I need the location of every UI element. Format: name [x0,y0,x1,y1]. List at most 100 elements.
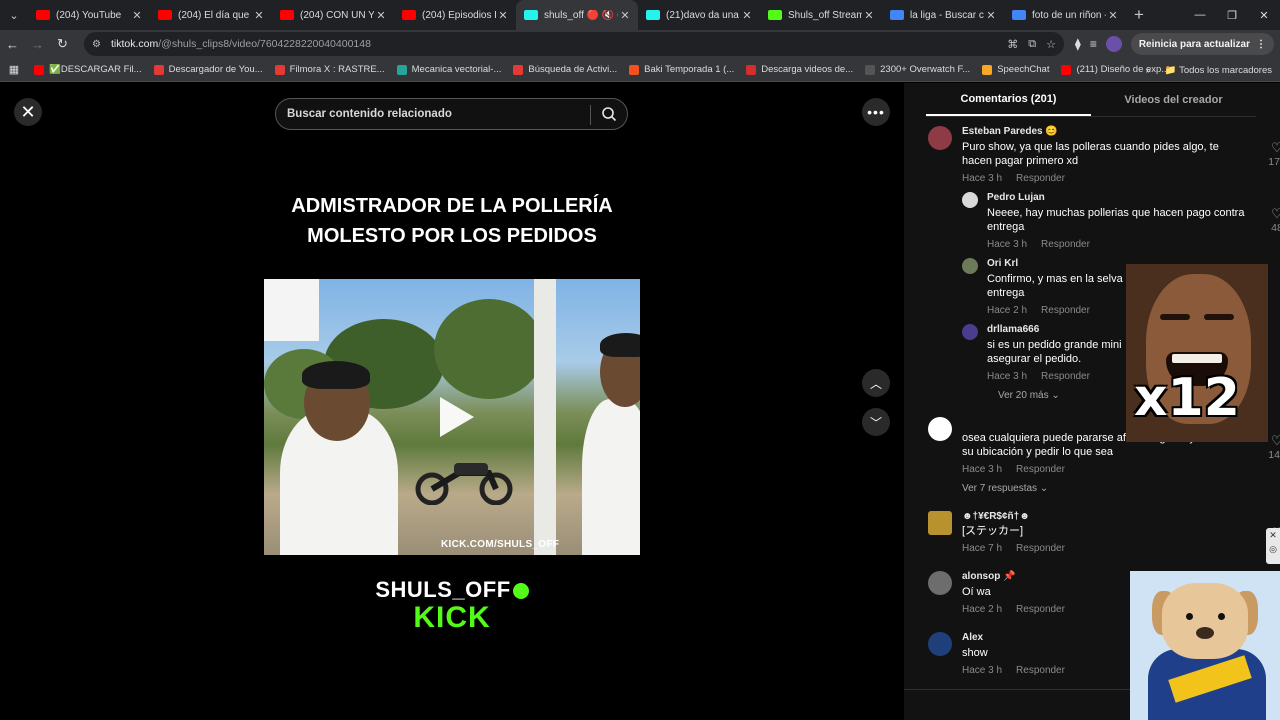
translate-icon[interactable]: ⌘ [1007,38,1018,51]
tab-favicon-icon [280,10,294,20]
person-right-shirt [582,399,640,555]
media-icon[interactable]: ≡ [1090,37,1097,51]
bookmarks-bar: ▦ ✅DESCARGAR Fil... Descargador de You...… [0,58,1280,82]
reload-icon[interactable]: ↻ [50,30,75,58]
avatar[interactable] [962,192,978,208]
update-button[interactable]: Reinicia para actualizar ⋮ [1130,33,1274,55]
tab-close-icon[interactable]: ✕ [862,9,876,22]
comment-meta: Hace 2 h Responder [962,604,1079,615]
bookmark-item[interactable]: SpeechChat [976,64,1055,75]
site-info-icon[interactable]: ⚙ [92,39,106,50]
like-button[interactable]: ♡145 [1266,433,1280,461]
sync-icon[interactable]: ◎ [1269,544,1277,554]
avatar[interactable] [928,511,952,535]
reply-button[interactable]: Responder [1041,305,1090,316]
browser-tab[interactable]: (204) CON UN YAM✕ [272,0,394,30]
comment-author[interactable]: Esteban Paredes 😊 [962,126,1058,137]
comment-author[interactable]: alonsop 📌 [962,571,1016,582]
browser-tab[interactable]: foto de un riñon - E✕ [1004,0,1126,30]
tab-search-icon[interactable]: ⌄ [0,0,28,30]
avatar[interactable] [962,324,978,340]
tab-close-icon[interactable]: ✕ [374,9,388,22]
play-icon[interactable] [436,395,476,439]
view-replies-label: Ver 7 respuestas [962,483,1038,494]
browser-tab[interactable]: (21)davo da una tri✕ [638,0,760,30]
tab-creator-videos[interactable]: Videos del creador [1091,83,1256,116]
video-player[interactable]: ADMISTRADOR DE LA POLLERÍA MOLESTO POR L… [264,83,640,720]
next-video-button[interactable]: ﹀ [862,408,890,436]
back-icon[interactable]: ← [0,30,25,58]
bookmark-item[interactable]: Mecanica vectorial-... [391,64,508,75]
bookmark-item[interactable]: ✅DESCARGAR Fil... [28,64,148,75]
bookmark-star-icon[interactable]: ☆ [1046,38,1056,51]
reply-button[interactable]: Responder [1041,239,1090,250]
view-more-replies[interactable]: Ver 20 más ⌄ [998,390,1060,401]
close-window-icon[interactable]: ✕ [1248,0,1280,30]
more-bookmarks-icon[interactable]: » [1145,65,1150,76]
tab-close-icon[interactable]: ✕ [496,9,510,22]
comment-author[interactable]: ☻†¥€R$¢ñ†☻ [962,511,1030,522]
reply-button[interactable]: Responder [1016,173,1065,184]
tab-close-icon[interactable]: ✕ [618,9,632,22]
tab-close-icon[interactable]: ✕ [984,9,998,22]
close-icon[interactable]: ✕ [1269,530,1277,540]
avatar[interactable] [928,632,952,656]
bookmark-item[interactable]: Descargador de You... [148,64,269,75]
browser-tab[interactable]: (204) El día que ni E✕ [150,0,272,30]
browser-tab[interactable]: (204) Episodios RAI✕ [394,0,516,30]
browser-tab[interactable]: shuls_off 🔴 🔇 (@s✕ [516,0,638,30]
tab-close-icon[interactable]: ✕ [1106,9,1120,22]
reply-button[interactable]: Responder [1016,543,1065,554]
tab-title: (204) Episodios RAI [422,9,496,21]
address-bar[interactable]: ⚙ tiktok.com/@shuls_clips8/video/7604228… [84,32,1064,56]
avatar[interactable] [928,571,952,595]
previous-video-button[interactable]: ︿ [862,369,890,397]
cast-icon[interactable]: ⧉ [1028,38,1036,51]
comment-author[interactable]: drllama666 [987,324,1039,335]
reply-button[interactable]: Responder [1016,604,1065,615]
forward-icon[interactable]: → [25,30,50,58]
minimize-icon[interactable]: — [1184,0,1216,30]
tab-title: foto de un riñon - E [1032,9,1106,21]
comment-author[interactable]: Alex [962,632,983,643]
comment-meta: Hace 3 h Responder [962,464,1079,475]
browser-tab[interactable]: Shuls_off Stream - V✕ [760,0,882,30]
related-search-input[interactable] [287,108,587,120]
search-icon[interactable] [601,106,617,122]
bookmark-label: Descargador de You... [168,64,263,75]
view-replies[interactable]: Ver 7 respuestas ⌄ [962,483,1048,494]
profile-avatar[interactable] [1105,36,1122,52]
all-bookmarks-link[interactable]: 📁 Todos los marcadores [1165,65,1272,76]
bookmark-item[interactable]: Búsqueda de Activi... [507,64,623,75]
more-options-button[interactable]: ••• [862,98,890,126]
extensions-icon[interactable]: ⧫ [1075,37,1081,51]
new-tab-button[interactable]: + [1126,5,1152,25]
avatar[interactable] [928,417,952,441]
like-button[interactable]: ♡170 [1266,140,1280,168]
bookmark-item[interactable]: Baki Temporada 1 (... [623,64,740,75]
like-button[interactable]: ♡ 48 [1266,206,1280,234]
tab-close-icon[interactable]: ✕ [740,9,754,22]
tab-close-icon[interactable]: ✕ [252,9,266,22]
extension-side-widget[interactable]: ✕ ◎ [1266,528,1280,564]
bookmark-item[interactable]: Filmora X : RASTRE... [269,64,391,75]
tab-comments[interactable]: Comentarios (201) [926,83,1091,116]
restore-icon[interactable]: ❐ [1216,0,1248,30]
browser-tab[interactable]: la liga - Buscar con✕ [882,0,1004,30]
comment-author[interactable]: Ori Krl [987,258,1018,269]
comment-author[interactable]: Pedro Lujan [987,192,1045,203]
reply-button[interactable]: Responder [1041,371,1090,382]
avatar[interactable] [928,126,952,150]
tab-favicon-icon [36,10,50,20]
reply-button[interactable]: Responder [1016,665,1065,676]
reply-button[interactable]: Responder [1016,464,1065,475]
browser-tab[interactable]: (204) YouTube ✕ [28,0,150,30]
related-search-box[interactable] [275,98,628,130]
like-count: 170 [1268,156,1280,168]
bookmark-item[interactable]: Descarga videos de... [740,64,859,75]
close-video-button[interactable]: ✕ [14,98,42,126]
tab-close-icon[interactable]: ✕ [130,9,144,22]
apps-grid-icon[interactable]: ▦ [0,63,28,76]
bookmark-item[interactable]: 2300+ Overwatch F... [859,64,976,75]
avatar[interactable] [962,258,978,274]
